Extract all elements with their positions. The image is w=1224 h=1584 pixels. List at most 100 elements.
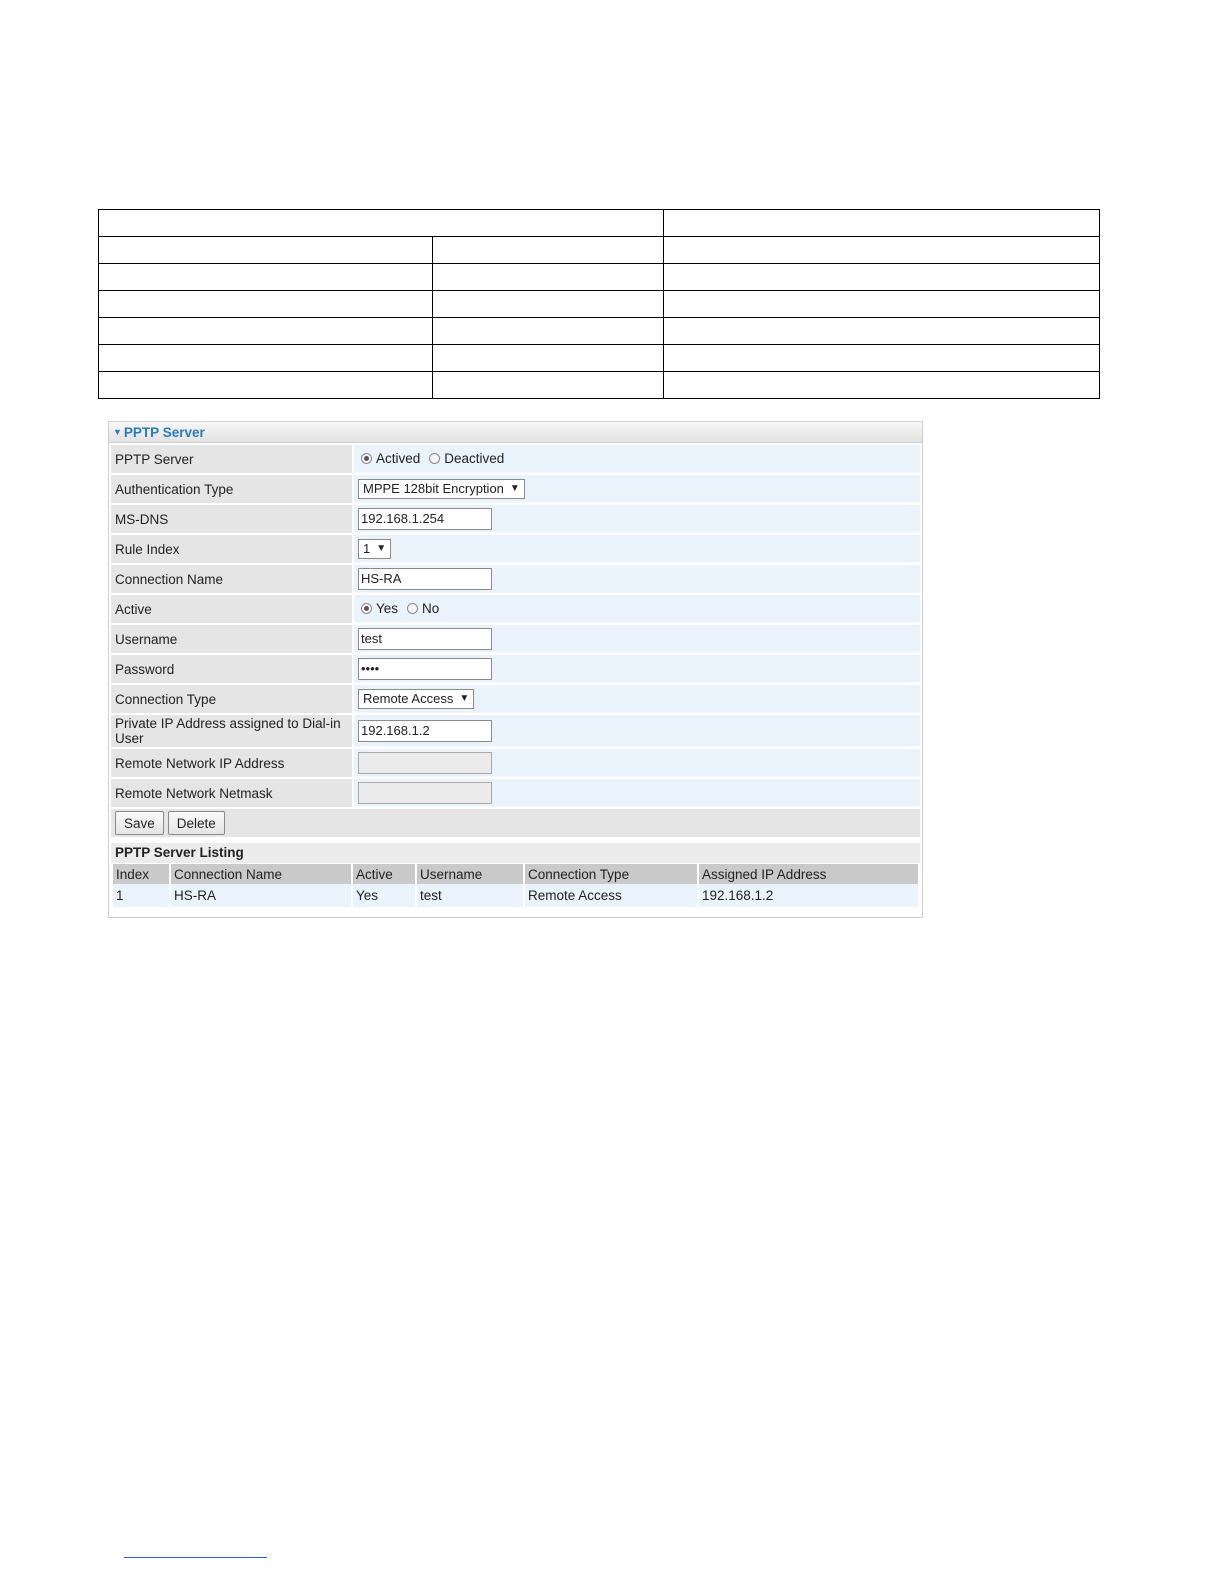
row-connection-type: Connection Type Remote Access ▼ bbox=[111, 685, 920, 713]
active-no-radio[interactable] bbox=[407, 603, 419, 614]
document-table-row bbox=[98, 236, 1100, 264]
document-table-cell bbox=[98, 317, 433, 345]
remote-network-netmask-value bbox=[354, 779, 920, 807]
row-remote-network-netmask: Remote Network Netmask bbox=[111, 779, 920, 807]
pptp-server-listing-table: Index Connection Name Active Username Co… bbox=[111, 864, 920, 907]
active-yes-radio[interactable] bbox=[361, 603, 372, 614]
username-input[interactable]: test bbox=[358, 627, 492, 650]
document-table-cell bbox=[663, 371, 1100, 399]
table-cell: test bbox=[417, 884, 523, 907]
document-table-cell bbox=[432, 317, 664, 345]
pptp-server-value: Actived Deactived bbox=[354, 445, 920, 473]
document-table-cell bbox=[663, 236, 1100, 264]
table-cell: 192.168.1.2 bbox=[699, 884, 918, 907]
active-yes-label[interactable]: Yes bbox=[376, 601, 398, 616]
collapse-triangle-icon[interactable]: ▼ bbox=[113, 427, 122, 437]
authentication-type-select[interactable]: MPPE 128bit Encryption ▼ bbox=[358, 478, 525, 499]
document-table bbox=[98, 209, 1100, 399]
pptp-server-panel: ▼ PPTP Server PPTP Server Actived Deactiv… bbox=[108, 421, 923, 918]
document-table-row bbox=[98, 263, 1100, 291]
column-header: Username bbox=[417, 864, 523, 884]
document-table-cell bbox=[432, 236, 664, 264]
document-table-row bbox=[98, 290, 1100, 318]
ms-dns-label: MS-DNS bbox=[111, 505, 352, 533]
dropdown-arrow-icon: ▼ bbox=[459, 693, 470, 704]
footnote-separator bbox=[124, 1557, 267, 1558]
password-value: •••• bbox=[354, 655, 920, 683]
document-table-row bbox=[98, 209, 1100, 237]
document-table-row bbox=[98, 317, 1100, 345]
ms-dns-input[interactable]: 192.168.1.254 bbox=[358, 507, 492, 530]
save-button[interactable]: Save bbox=[115, 811, 164, 835]
listing-header-row: Index Connection Name Active Username Co… bbox=[113, 864, 918, 884]
document-table-cell bbox=[663, 290, 1100, 318]
column-header: Index bbox=[113, 864, 169, 884]
document-table-cell bbox=[98, 236, 433, 264]
rule-index-label: Rule Index bbox=[111, 535, 352, 563]
actived-radio[interactable] bbox=[361, 453, 372, 464]
button-row: Save Delete bbox=[111, 809, 920, 837]
deactived-radio-label[interactable]: Deactived bbox=[444, 451, 504, 466]
panel-title: PPTP Server bbox=[123, 425, 205, 440]
row-private-ip: Private IP Address assigned to Dial-in U… bbox=[111, 715, 920, 747]
document-table-cell bbox=[98, 209, 664, 237]
panel-header[interactable]: ▼ PPTP Server bbox=[109, 422, 922, 443]
row-connection-name: Connection Name HS-RA bbox=[111, 565, 920, 593]
column-header: Connection Name bbox=[171, 864, 351, 884]
remote-network-netmask-label: Remote Network Netmask bbox=[111, 779, 352, 807]
row-ms-dns: MS-DNS 192.168.1.254 bbox=[111, 505, 920, 533]
remote-network-ip-value bbox=[354, 749, 920, 777]
row-password: Password •••• bbox=[111, 655, 920, 683]
table-cell: 1 bbox=[113, 884, 169, 907]
document-table-cell bbox=[432, 371, 664, 399]
delete-button[interactable]: Delete bbox=[167, 811, 225, 835]
remote-network-netmask-input bbox=[358, 781, 492, 804]
document-table-cell bbox=[432, 344, 664, 372]
authentication-type-selected: MPPE 128bit Encryption bbox=[363, 481, 504, 496]
document-table-cell bbox=[98, 344, 433, 372]
connection-name-label: Connection Name bbox=[111, 565, 352, 593]
document-table-cell bbox=[432, 290, 664, 318]
document-table-row bbox=[98, 371, 1100, 399]
column-header: Assigned IP Address bbox=[699, 864, 918, 884]
document-table-cell bbox=[663, 263, 1100, 291]
connection-type-value: Remote Access ▼ bbox=[354, 685, 920, 713]
private-ip-input[interactable]: 192.168.1.2 bbox=[358, 719, 492, 742]
row-active: Active Yes No bbox=[111, 595, 920, 623]
column-header: Active bbox=[353, 864, 415, 884]
private-ip-value: 192.168.1.2 bbox=[354, 715, 920, 747]
connection-type-selected: Remote Access bbox=[363, 691, 454, 706]
connection-name-value: HS-RA bbox=[354, 565, 920, 593]
authentication-type-value: MPPE 128bit Encryption ▼ bbox=[354, 475, 920, 503]
document-table-row bbox=[98, 344, 1100, 372]
actived-radio-label[interactable]: Actived bbox=[376, 451, 420, 466]
document-table-cell bbox=[98, 290, 433, 318]
connection-type-select[interactable]: Remote Access ▼ bbox=[358, 688, 475, 709]
password-input[interactable]: •••• bbox=[358, 657, 492, 680]
pptp-server-label: PPTP Server bbox=[111, 445, 352, 473]
row-pptp-server: PPTP Server Actived Deactived bbox=[111, 445, 920, 473]
table-cell: Yes bbox=[353, 884, 415, 907]
document-table-cell bbox=[663, 209, 1100, 237]
listing-title: PPTP Server Listing bbox=[111, 843, 920, 863]
rule-index-select[interactable]: 1 ▼ bbox=[358, 538, 392, 559]
document-table-cell bbox=[98, 263, 433, 291]
rule-index-selected: 1 bbox=[363, 541, 371, 556]
table-cell: HS-RA bbox=[171, 884, 351, 907]
document-table-cell bbox=[663, 317, 1100, 345]
dropdown-arrow-icon: ▼ bbox=[376, 543, 387, 554]
row-rule-index: Rule Index 1 ▼ bbox=[111, 535, 920, 563]
document-table-cell bbox=[663, 344, 1100, 372]
table-row[interactable]: 1 HS-RA Yes test Remote Access 192.168.1… bbox=[113, 884, 918, 907]
active-no-label[interactable]: No bbox=[422, 601, 439, 616]
deactived-radio[interactable] bbox=[429, 453, 441, 464]
remote-network-ip-input bbox=[358, 751, 492, 774]
remote-network-ip-label: Remote Network IP Address bbox=[111, 749, 352, 777]
password-label: Password bbox=[111, 655, 352, 683]
row-remote-network-ip: Remote Network IP Address bbox=[111, 749, 920, 777]
username-label: Username bbox=[111, 625, 352, 653]
connection-type-label: Connection Type bbox=[111, 685, 352, 713]
username-value: test bbox=[354, 625, 920, 653]
rule-index-value: 1 ▼ bbox=[354, 535, 920, 563]
connection-name-input[interactable]: HS-RA bbox=[358, 567, 492, 590]
